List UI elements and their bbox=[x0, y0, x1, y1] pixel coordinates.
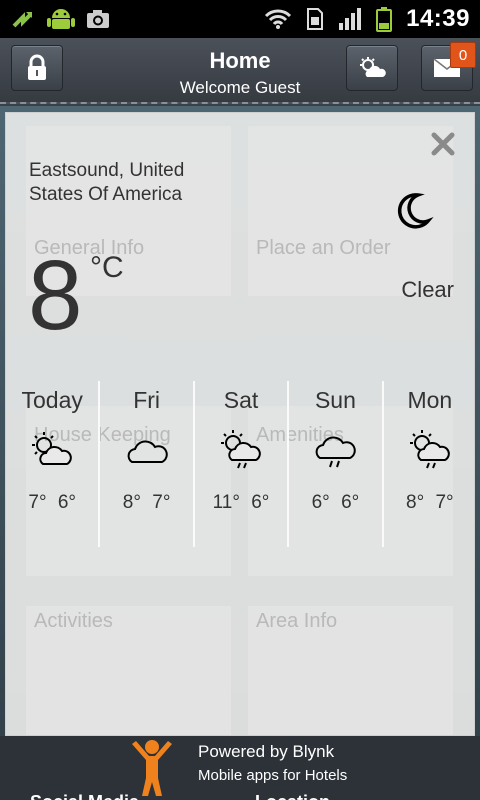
forecast-day-name: Sun bbox=[314, 387, 356, 413]
usb-debug-icon bbox=[12, 12, 32, 28]
forecast-high: 8° bbox=[122, 492, 141, 513]
rain-icon bbox=[316, 436, 357, 468]
mail-button[interactable]: 0 bbox=[421, 42, 476, 91]
wifi-icon bbox=[265, 9, 292, 29]
forecast-day: Mon 8° 7° bbox=[381, 381, 476, 547]
app-header: Home Welcome Guest 0 bbox=[0, 38, 480, 104]
current-temperature: 8 bbox=[28, 240, 83, 350]
footer-powered-by: Powered by Blynk bbox=[198, 742, 335, 761]
status-bar: 14:39 bbox=[0, 0, 480, 38]
forecast-day: Today 7° 6° bbox=[6, 381, 98, 547]
page-subtitle: Welcome Guest bbox=[179, 78, 301, 97]
weather-location: Eastsound, United States Of America bbox=[29, 160, 185, 205]
sim-icon bbox=[307, 8, 324, 30]
menu-label-activities: Activities bbox=[34, 610, 113, 632]
forecast-low: 6° bbox=[341, 492, 360, 513]
forecast-low: 7° bbox=[435, 492, 454, 513]
forecast-day: Sat 11° 6° bbox=[192, 381, 287, 547]
android-icon bbox=[47, 9, 75, 29]
forecast-low: 6° bbox=[57, 492, 77, 513]
menu-label-place-order: Place an Order bbox=[256, 237, 391, 259]
menu-label-location: Location bbox=[255, 792, 330, 800]
moon-icon bbox=[397, 193, 434, 229]
forecast-high: 7° bbox=[28, 492, 47, 513]
temperature-unit: °C bbox=[90, 251, 124, 284]
battery-icon bbox=[376, 7, 393, 32]
forecast-temps: 11° 6° bbox=[195, 492, 287, 514]
footer-banner[interactable]: Powered by Blynk Mobile apps for Hotels … bbox=[0, 736, 480, 800]
forecast-low: 7° bbox=[152, 492, 171, 513]
forecast-high: 6° bbox=[311, 492, 330, 513]
footer-tagline: Mobile apps for Hotels bbox=[198, 767, 348, 784]
forecast-row: Today 7° 6° Fri 8° 7° Sat 11° 6° Sun 6° … bbox=[6, 381, 476, 547]
forecast-day: Fri 8° 7° bbox=[98, 381, 192, 547]
menu-label-area-info: Area Info bbox=[256, 610, 338, 632]
mail-count-badge: 0 bbox=[450, 42, 476, 68]
camera-icon bbox=[87, 10, 109, 28]
forecast-day-name: Fri bbox=[133, 387, 161, 413]
forecast-day-name: Sat bbox=[223, 387, 259, 413]
forecast-temps: 7° 6° bbox=[6, 492, 98, 514]
close-icon[interactable] bbox=[430, 131, 456, 157]
forecast-high: 11° bbox=[212, 492, 240, 513]
forecast-day-name: Today bbox=[21, 387, 83, 413]
signal-icon bbox=[339, 8, 362, 30]
page-title: Home bbox=[209, 48, 271, 73]
sun-rain-icon bbox=[409, 430, 450, 469]
forecast-low: 6° bbox=[251, 492, 270, 513]
sun-rain-icon bbox=[221, 430, 261, 469]
clock: 14:39 bbox=[406, 5, 470, 32]
cloud-icon bbox=[127, 440, 168, 463]
blynk-logo-icon bbox=[132, 740, 172, 796]
forecast-temps: 8° 7° bbox=[384, 492, 476, 514]
menu-label-social-media: Social Media bbox=[30, 792, 139, 800]
partly-cloudy-icon bbox=[32, 432, 73, 465]
weather-button[interactable] bbox=[346, 45, 398, 91]
forecast-temps: 6° 6° bbox=[289, 492, 381, 514]
forecast-day: Sun 6° 6° bbox=[287, 381, 381, 547]
forecast-high: 8° bbox=[406, 492, 425, 513]
forecast-day-name: Mon bbox=[407, 387, 453, 413]
weather-condition: Clear bbox=[401, 277, 454, 302]
weather-popup: General Info Place an Order House Keepin… bbox=[5, 112, 475, 736]
forecast-temps: 8° 7° bbox=[100, 492, 192, 514]
weather-icon bbox=[360, 57, 386, 77]
